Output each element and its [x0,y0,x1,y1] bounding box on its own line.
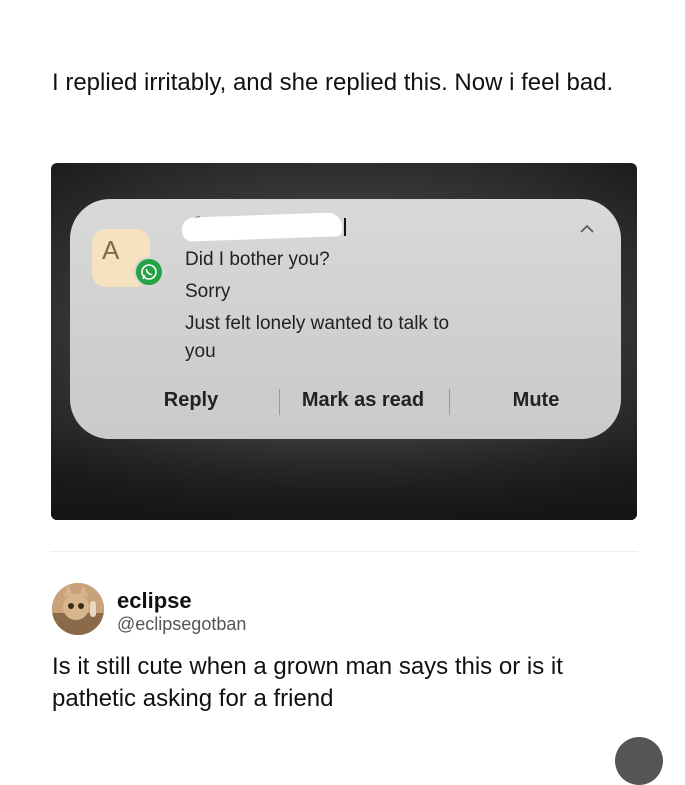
user-name[interactable]: eclipse [117,588,192,614]
message-line: Just felt lonely wanted to talk to [185,313,450,334]
chevron-up-icon[interactable] [579,221,595,237]
message-line: you [185,341,216,362]
mute-button[interactable]: Mute [496,385,576,415]
avatar[interactable] [52,583,104,635]
action-divider [449,389,450,415]
message-line: Sorry [185,281,231,302]
post-text: I replied irritably, and she replied thi… [52,69,614,96]
app-icon-letter: A [102,235,120,265]
app-icon: A [92,229,164,287]
redacted-sender-name [181,212,343,242]
notification-actions: Reply Mark as read Mute [70,385,621,415]
reply-button[interactable]: Reply [146,385,236,415]
notification-screenshot: A Did I bother you? Sorry Just felt lone… [51,163,637,520]
redaction-tick [344,218,346,236]
mark-as-read-button[interactable]: Mark as read [292,385,434,415]
message-line: Did I bother you? [185,249,330,270]
separator [50,551,638,552]
floating-button[interactable] [615,737,663,785]
reply-text: Is it still cute when a grown man says t… [52,653,563,712]
notification-card[interactable]: A Did I bother you? Sorry Just felt lone… [70,199,621,439]
whatsapp-icon [134,257,164,287]
action-divider [279,389,280,415]
user-handle[interactable]: @eclipsegotban [117,614,246,635]
